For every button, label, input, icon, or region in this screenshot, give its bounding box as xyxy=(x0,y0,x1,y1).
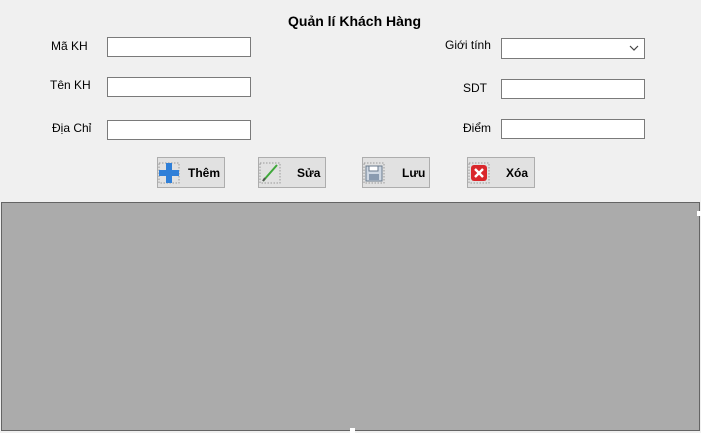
sua-button[interactable]: Sửa xyxy=(258,157,326,188)
ma-kh-label: Mã KH xyxy=(51,39,88,53)
pencil-icon xyxy=(259,162,281,184)
form-title: Quản lí Khách Hàng xyxy=(288,13,422,29)
chevron-down-icon[interactable] xyxy=(628,41,640,55)
plus-icon xyxy=(158,162,180,184)
luu-button-label: Lưu xyxy=(402,166,426,180)
xoa-button-label: Xóa xyxy=(506,166,529,180)
diem-input[interactable] xyxy=(501,119,645,139)
ma-kh-input[interactable] xyxy=(107,37,251,57)
resize-handle[interactable] xyxy=(697,211,701,216)
xoa-button[interactable]: Xóa xyxy=(467,157,535,188)
customer-data-grid[interactable] xyxy=(1,202,701,433)
gioi-tinh-combobox[interactable] xyxy=(501,38,645,59)
delete-x-icon xyxy=(468,162,490,184)
sdt-label: SDT xyxy=(463,81,487,95)
floppy-disk-icon xyxy=(363,162,385,184)
gioi-tinh-label: Giới tính xyxy=(445,38,491,52)
luu-button[interactable]: Lưu xyxy=(362,157,430,188)
diem-label: Điểm xyxy=(463,121,492,135)
them-button[interactable]: Thêm xyxy=(157,157,225,188)
resize-handle[interactable] xyxy=(350,428,355,433)
dia-chi-label: Địa Chỉ xyxy=(52,121,92,135)
sua-button-label: Sửa xyxy=(297,166,321,180)
ten-kh-input[interactable] xyxy=(107,77,251,97)
dia-chi-input[interactable] xyxy=(107,120,251,140)
them-button-label: Thêm xyxy=(188,166,221,180)
sdt-input[interactable] xyxy=(501,79,645,99)
ten-kh-label: Tên KH xyxy=(50,78,91,92)
